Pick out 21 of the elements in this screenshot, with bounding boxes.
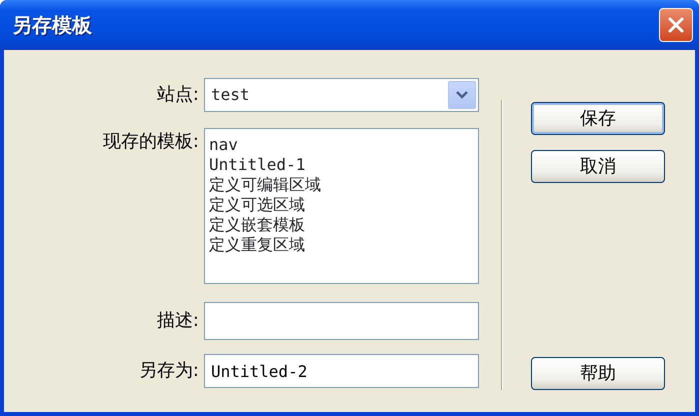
field-label: 现存的模板: xyxy=(102,130,200,154)
dropdown-value: test xyxy=(211,84,250,106)
site-dropdown[interactable]: test xyxy=(204,78,479,112)
field-label: 描述: xyxy=(156,309,200,333)
input-field[interactable] xyxy=(204,302,479,340)
window-title: 另存模板 xyxy=(12,12,92,39)
list-item[interactable]: Untitled-1 xyxy=(209,155,306,175)
list-item[interactable]: nav xyxy=(209,135,238,155)
list-item[interactable]: 定义重复区域 xyxy=(209,235,305,255)
cancel-button[interactable]: 取消 xyxy=(531,150,665,183)
close-button[interactable] xyxy=(659,8,693,42)
list-item[interactable]: 定义嵌套模板 xyxy=(209,215,305,235)
close-icon xyxy=(667,16,685,34)
help-button[interactable]: 帮助 xyxy=(531,357,665,390)
template-listbox[interactable]: nav Untitled-1 定义可编辑区域 定义可选区域 定义嵌套模板 定义重复区域 xyxy=(204,128,479,284)
field-label: 另存为: xyxy=(138,359,200,383)
input-field[interactable]: Untitled-2 xyxy=(204,354,479,388)
field-label: 站点: xyxy=(156,83,200,107)
save-button[interactable]: 保存 xyxy=(531,102,665,135)
list-item[interactable]: 定义可选区域 xyxy=(209,195,305,215)
list-item[interactable]: 定义可编辑区域 xyxy=(209,175,321,195)
